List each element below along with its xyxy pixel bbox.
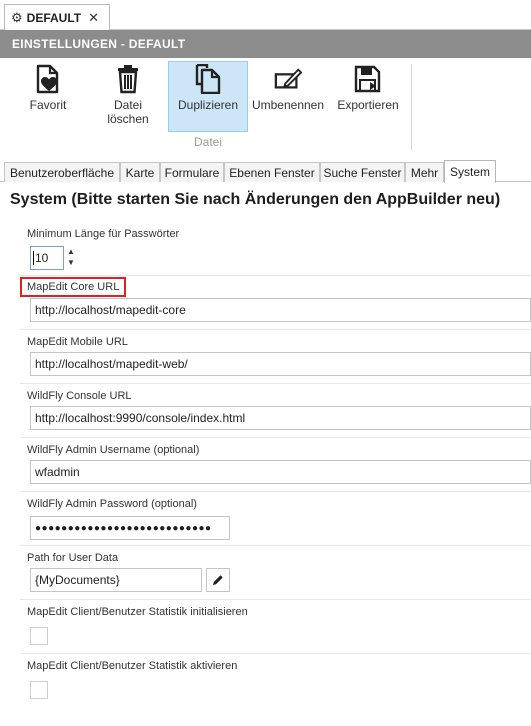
document-tab-strip: ⚙ DEFAULT ✕ xyxy=(0,0,531,31)
pencil-icon xyxy=(213,575,223,585)
core-url-input[interactable]: http://localhost/mapedit-core xyxy=(30,298,531,322)
save-export-icon xyxy=(354,64,382,94)
stepper-arrows[interactable]: ▲ ▼ xyxy=(67,246,77,268)
setting-label: Path for User Data xyxy=(27,552,119,564)
setting-label: WildFly Console URL xyxy=(27,390,132,402)
setting-core-url: MapEdit Core URL http://localhost/mapedi… xyxy=(20,276,531,330)
favorite-label: Favorit xyxy=(29,98,67,112)
rename-icon xyxy=(274,64,302,94)
wildfly-password-input[interactable]: ●●●●●●●●●●●●●●●●●●●●●●●●●●● xyxy=(30,516,230,540)
setting-label: MapEdit Mobile URL xyxy=(27,336,128,348)
edit-path-button[interactable] xyxy=(206,568,230,592)
wildfly-username-input[interactable]: wfadmin xyxy=(30,460,531,484)
mobile-url-input[interactable]: http://localhost/mapedit-web/ xyxy=(30,352,531,376)
tab-karte[interactable]: Karte xyxy=(120,162,160,182)
favorite-button[interactable]: Favorit xyxy=(12,62,84,129)
ribbon: Favorit Datei löschen Duplizieren Umbene… xyxy=(0,58,531,158)
setting-wildfly-console-url: WildFly Console URL http://localhost:999… xyxy=(20,384,531,438)
document-tab-title: DEFAULT xyxy=(26,11,82,25)
ribbon-separator xyxy=(411,64,412,150)
tab-ebenen-fenster[interactable]: Ebenen Fenster xyxy=(224,162,320,182)
rename-label: Umbenennen xyxy=(251,98,325,112)
delete-file-label: Datei löschen xyxy=(107,98,149,126)
rename-button[interactable]: Umbenennen xyxy=(250,62,326,129)
document-tab-default[interactable]: ⚙ DEFAULT ✕ xyxy=(4,4,110,31)
setting-label-highlighted: MapEdit Core URL xyxy=(20,277,127,297)
setting-user-data-path: Path for User Data {MyDocuments} xyxy=(20,546,531,600)
setting-label: WildFly Admin Password (optional) xyxy=(27,498,197,510)
setting-min-password-length: Minimum Länge für Passwörter 10 ▲ ▼ xyxy=(20,222,531,276)
stats-active-checkbox[interactable] xyxy=(30,681,48,699)
tab-mehr[interactable]: Mehr xyxy=(405,162,444,182)
text-caret xyxy=(33,251,34,265)
duplicate-button[interactable]: Duplizieren xyxy=(168,61,248,132)
chevron-down-icon[interactable]: ▼ xyxy=(67,257,77,268)
tab-suche-fenster[interactable]: Suche Fenster xyxy=(320,162,405,182)
setting-mobile-url: MapEdit Mobile URL http://localhost/mape… xyxy=(20,330,531,384)
user-data-path-input[interactable]: {MyDocuments} xyxy=(30,568,202,592)
setting-stats-active: MapEdit Client/Benutzer Statistik aktivi… xyxy=(20,654,531,708)
setting-wildfly-username: WildFly Admin Username (optional) wfadmi… xyxy=(20,438,531,492)
setting-wildfly-password: WildFly Admin Password (optional) ●●●●●●… xyxy=(20,492,531,546)
stepper-value: 10 xyxy=(35,251,49,265)
ribbon-group-label: Datei xyxy=(193,135,222,149)
duplicate-label: Duplizieren xyxy=(177,98,239,112)
setting-label: MapEdit Client/Benutzer Statistik aktivi… xyxy=(27,660,238,672)
close-icon[interactable]: ✕ xyxy=(88,10,99,26)
favorite-page-icon xyxy=(34,64,62,94)
setting-label: MapEdit Client/Benutzer Statistik initia… xyxy=(27,606,248,618)
setting-label: WildFly Admin Username (optional) xyxy=(27,444,200,456)
tab-formulare[interactable]: Formulare xyxy=(160,162,224,182)
setting-stats-init: MapEdit Client/Benutzer Statistik initia… xyxy=(20,600,531,654)
settings-title-bar: EINSTELLUNGEN - DEFAULT xyxy=(0,30,531,58)
duplicate-icon xyxy=(194,64,222,94)
section-heading: System (Bitte starten Sie nach Änderunge… xyxy=(10,191,501,208)
stats-init-checkbox[interactable] xyxy=(30,627,48,645)
wildfly-console-url-input[interactable]: http://localhost:9990/console/index.html xyxy=(30,406,531,430)
gear-icon: ⚙ xyxy=(11,10,23,25)
export-label: Exportieren xyxy=(337,98,399,112)
export-button[interactable]: Exportieren xyxy=(334,62,402,129)
chevron-up-icon[interactable]: ▲ xyxy=(67,246,77,257)
delete-file-button[interactable]: Datei löschen xyxy=(96,62,160,129)
min-password-length-stepper[interactable]: 10 xyxy=(30,246,64,270)
trash-icon xyxy=(114,64,142,94)
setting-label: Minimum Länge für Passwörter xyxy=(27,228,180,240)
settings-tab-strip: Benutzeroberfläche Karte Formulare Ebene… xyxy=(0,160,531,183)
tab-benutzeroberflaeche[interactable]: Benutzeroberfläche xyxy=(4,162,120,182)
tab-system[interactable]: System xyxy=(444,160,496,183)
